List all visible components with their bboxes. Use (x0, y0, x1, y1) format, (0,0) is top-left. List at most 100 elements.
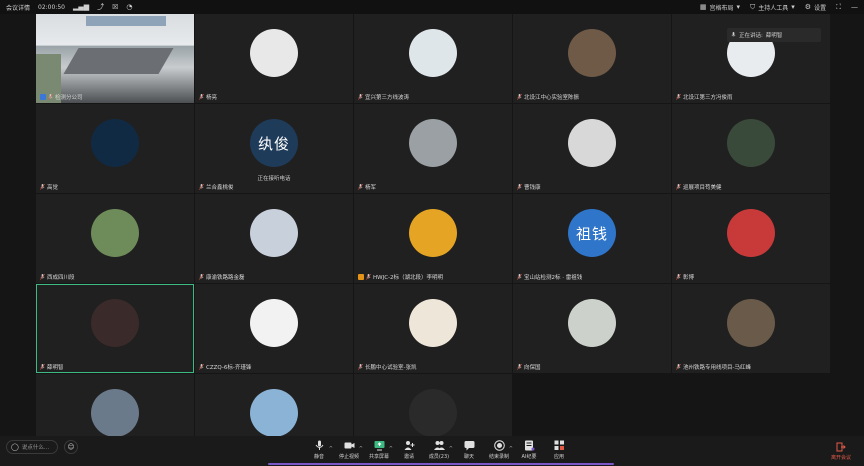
avatar (409, 119, 457, 168)
mic-icon (315, 440, 323, 450)
participant-name: 检测分公司 (40, 93, 83, 101)
camera-button[interactable]: 停止视频 ^ (334, 437, 364, 463)
avatar (727, 119, 775, 168)
chat-placeholder: 说点什么... (21, 445, 50, 451)
mic-icon (366, 274, 371, 280)
chat-bubble-icon: ◯ (11, 442, 19, 451)
mic-icon (517, 94, 522, 100)
participant-tile[interactable]: 宜兴第三方线波涛 (354, 14, 512, 103)
record-button[interactable]: 结束录制 ^ (484, 437, 514, 463)
participant-name: 巡展项目苟美健 (676, 183, 722, 191)
participant-tile[interactable]: 检测分公司 (36, 14, 194, 103)
fullscreen-icon[interactable]: ⛶ (836, 3, 841, 11)
participant-tile[interactable]: HWJC-2标（湖北段）李明明 (354, 194, 512, 283)
participant-tile[interactable]: 彰博 (672, 194, 830, 283)
participant-name: 北设江第三方冯俊雨 (676, 93, 733, 101)
avatar (91, 389, 139, 438)
settings-button[interactable]: ⚙ 设置 (805, 3, 826, 12)
share-link-icon[interactable]: ⤴ (97, 3, 104, 11)
caret-up-icon[interactable]: ^ (389, 446, 393, 452)
mic-icon (676, 184, 681, 190)
members-button[interactable]: 成员(23) ^ (424, 437, 454, 463)
mic-icon (40, 364, 45, 370)
mic-icon (199, 184, 204, 190)
caret-up-icon[interactable]: ^ (329, 446, 333, 452)
participant-tile[interactable]: 高觉 (36, 104, 194, 193)
caret-up-icon[interactable]: ^ (509, 446, 513, 452)
mic-icon (358, 94, 363, 100)
host-tools-button[interactable]: ⛉ 主持人工具 ▾ (750, 3, 795, 12)
participant-name: 彰博 (676, 273, 694, 281)
members-icon (433, 441, 445, 450)
participant-name: 杨军 (358, 183, 376, 191)
mic-icon (731, 32, 736, 37)
chevron-down-icon: ▾ (736, 2, 741, 11)
minimize-icon[interactable]: — (851, 3, 858, 11)
share-screen-button[interactable]: 共享屏幕 ^ (364, 437, 394, 463)
participant-tile[interactable]: CZZQ-6标-齐瑾锋 (195, 284, 353, 373)
avatar (91, 119, 139, 168)
participant-tile[interactable]: 巡展项目苟美健 (672, 104, 830, 193)
mic-button[interactable]: 静音 ^ (304, 437, 334, 463)
participant-tile[interactable]: 祖钱 宝山站检测2标 · 雷祖钱 (513, 194, 671, 283)
mic-icon (517, 364, 522, 370)
caret-up-icon[interactable]: ^ (449, 446, 453, 452)
layout-button[interactable]: ▦ 宫格布局 ▾ (700, 3, 740, 12)
apps-button[interactable]: 应用 (544, 437, 574, 463)
participant-name: CZZQ-6标-齐瑾锋 (199, 363, 251, 371)
grid-icon: ▦ (699, 2, 707, 11)
participant-tile[interactable]: 北设江中心实验室陈振 (513, 14, 671, 103)
chat-button[interactable]: 聊天 (454, 437, 484, 463)
signal-icon: ▂▄▆ (72, 2, 90, 11)
shield-icon: ⛉ (750, 2, 756, 11)
mic-icon (48, 94, 53, 100)
participant-tile[interactable]: 康渝铁路路金磊 (195, 194, 353, 283)
participant-name: 高觉 (40, 183, 58, 191)
mic-icon (199, 364, 204, 370)
screen-indicator-bar (268, 463, 614, 465)
avatar (250, 389, 298, 438)
participant-tile[interactable]: 杨亮 (195, 14, 353, 103)
emoji-button[interactable]: ☺ (64, 440, 78, 454)
participant-tile[interactable]: 西成四川段 (36, 194, 194, 283)
mic-icon (517, 274, 522, 280)
mic-icon (676, 364, 681, 370)
ai-notes-button[interactable]: AI纪要 (514, 437, 544, 463)
caret-up-icon[interactable]: ^ (359, 446, 363, 452)
avatar (91, 209, 139, 258)
leave-meeting-button[interactable]: 离开会议 (826, 438, 856, 464)
participant-name: 薛明智 (40, 363, 64, 371)
invite-button[interactable]: 邀请 (394, 437, 424, 463)
avatar: 纨俊 (250, 119, 298, 168)
chevron-down-icon: ▾ (791, 2, 795, 11)
participant-tile[interactable]: 纨俊 正在接听电话 兰合鑫桃俊 (195, 104, 353, 193)
mic-icon (358, 184, 363, 190)
mic-icon (199, 274, 204, 280)
mic-icon (40, 274, 45, 280)
participant-tile[interactable]: 曹钱康 (513, 104, 671, 193)
co-host-badge-icon (358, 274, 364, 280)
avatar (409, 209, 457, 258)
participant-tile[interactable]: 向保国 (513, 284, 671, 373)
toolbar-buttons: 静音 ^ 停止视频 ^ 共享屏幕 ^ 邀请 成员(23) ^ 聊天 结束录制 ^ AI纪要 应用 (304, 437, 574, 463)
meeting-details-link[interactable]: 会议详情 (6, 3, 30, 12)
meeting-timer: 02:00:50 (38, 3, 65, 11)
chat-input[interactable]: ◯ 说点什么... (6, 440, 58, 454)
participant-name: 康渝铁路路金磊 (199, 273, 245, 281)
participant-name: 杨亮 (199, 93, 217, 101)
participant-name: HWJC-2标（湖北段）李明明 (358, 273, 443, 281)
participant-tile[interactable]: 杨军 (354, 104, 512, 193)
speaking-prefix: 正在讲话: (739, 33, 763, 39)
participant-tile[interactable]: 池州铁路专用线项目-马红峰 (672, 284, 830, 373)
participant-tile[interactable]: 薛明智 (36, 284, 194, 373)
invite-icon (404, 441, 414, 450)
avatar (409, 389, 457, 438)
timer-icon[interactable]: ◔ (126, 3, 132, 11)
avatar (91, 299, 139, 348)
participant-name: 长鹏中心试验室-张凯 (358, 363, 417, 371)
participant-name: 池州铁路专用线项目-马红峰 (676, 363, 751, 371)
participant-name: 宝山站检测2标 · 雷祖钱 (517, 273, 582, 281)
avatar (727, 209, 775, 258)
share-screen-icon (374, 441, 384, 451)
participant-tile[interactable]: 长鹏中心试验室-张凯 (354, 284, 512, 373)
